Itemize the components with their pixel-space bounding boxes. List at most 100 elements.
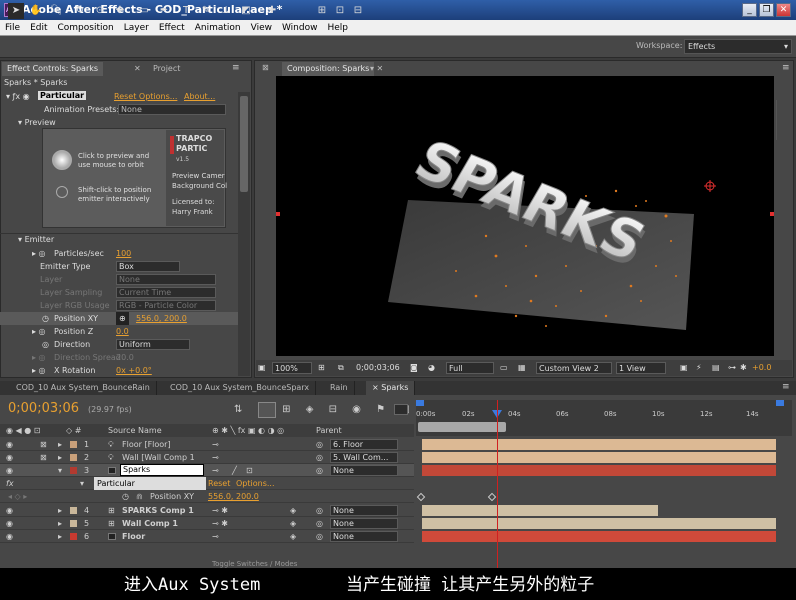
snapshot-icon[interactable]: ⧉ [338,362,344,374]
menu-composition[interactable]: Composition [53,20,119,36]
param-row[interactable]: ▸ ◎ Position Z 0.0 [0,325,238,338]
work-area-bar[interactable] [418,422,506,432]
layer-row[interactable]: ◉ ▸ 4 ⊞ SPARKS Comp 1 ⊸ ✱ ◈ ◎ None [0,504,414,517]
effect-row[interactable]: fx ▾ Particular Reset Options... [0,477,414,490]
lock-icon[interactable]: ⊠ [40,451,47,464]
layer-row-selected[interactable]: ◉ ▾ 3 Sparks ⊸ ╱ ⊡ ◎ None [0,464,414,477]
animation-presets-select[interactable]: None [118,104,226,115]
hand-tool-icon[interactable]: ✋ [28,3,44,19]
layer-name[interactable]: SPARKS Comp 1 [122,504,194,517]
parent-select[interactable]: 5. Wall Com... [330,452,398,463]
panel-menu-icon[interactable]: ≡ [232,63,240,73]
parent-icon[interactable]: ◎ [316,504,323,517]
view-layout-select[interactable]: 1 View [616,362,666,374]
timecode[interactable]: 0;00;03;06 [8,401,79,416]
grid-icon[interactable]: ⊞ [318,362,325,374]
quality-icon[interactable]: ╱ [232,464,237,477]
menu-effect[interactable]: Effect [154,20,190,36]
zoom-slider-end[interactable] [776,400,784,406]
parent-icon[interactable]: ◎ [316,517,323,530]
parent-icon[interactable]: ◎ [316,464,323,477]
emitter-section[interactable]: ▾ Emitter [18,235,54,244]
stopwatch-icon[interactable]: ◷ [122,490,129,503]
label-color[interactable] [70,454,77,461]
parent-select[interactable]: 6. Floor [330,439,398,450]
transparency-grid-icon[interactable]: ▦ [518,362,526,374]
tab-rain[interactable]: Rain [324,381,355,395]
playhead-line[interactable] [497,400,498,578]
scrollbar-thumb[interactable] [240,96,248,192]
shy-icon[interactable]: ⊸ [212,530,219,543]
expand-triangle-icon[interactable]: ▾ ƒx ◉ [6,92,30,101]
expand-triangle-icon[interactable]: ▸ [58,504,62,517]
layer-bar-wall-comp-1[interactable] [422,518,776,529]
menu-file[interactable]: File [0,20,25,36]
effect-name[interactable]: Particular [94,477,206,490]
brush-tool-icon[interactable]: ✎ [198,3,214,19]
expand-triangle-icon[interactable]: ▸ [58,451,62,464]
3d-layer-icon[interactable]: ◈ [290,504,296,517]
direction-select[interactable]: Uniform [116,339,190,350]
layer-name-edit[interactable]: Sparks [120,464,204,476]
current-time[interactable]: 0;00;03;06 [356,362,400,374]
close-button[interactable]: ✕ [776,3,791,17]
stopwatch-icon[interactable]: ◷ [42,312,49,325]
toggle-pixel-icon[interactable]: ▣ [680,362,688,374]
layer-name[interactable]: Floor [122,530,145,543]
col-parent[interactable]: Parent [316,426,342,435]
lock-icon[interactable]: ⊠ [40,438,47,451]
zoom-slider-start[interactable] [416,400,424,406]
view-axis-icon[interactable]: ⊟ [350,3,366,19]
layer-name[interactable]: Floor [Floor] [122,438,171,451]
resolution-select[interactable]: Full [446,362,494,374]
param-row-selected[interactable]: ◷ Position XY ⊕ 556.0, 200.0 [0,312,238,325]
layer-name[interactable]: Wall Comp 1 [122,517,178,530]
workspace-select[interactable]: Effects ▾ [684,39,792,54]
visibility-icon[interactable]: ◉ [6,504,13,517]
shy-icon[interactable]: ⊸ [212,438,219,451]
about-link[interactable]: About... [184,92,215,101]
layer-bar-sparks-comp[interactable] [422,505,658,516]
param-row[interactable]: ▸ ◎ X Rotation 0x +0.0° [0,364,238,377]
keyframe-nav-icon[interactable]: ◂ ◇ ▸ [8,490,27,503]
always-preview-icon[interactable]: ▣ [258,362,266,374]
menu-animation[interactable]: Animation [190,20,246,36]
tab-bouncesparx[interactable]: COD_10 Aux System_BounceSparx [164,381,317,395]
orbit-camera-icon[interactable]: ⊙ [92,3,108,19]
layer-row[interactable]: ◉ ⊠ ▸ 1 💡︎ Floor [Floor] ⊸ ◎ 6. Floor [0,438,414,451]
param-value[interactable]: 100 [116,247,131,260]
param-value[interactable]: 0.0 [116,325,129,338]
3d-view-select[interactable]: Custom View 2 [536,362,612,374]
expand-triangle-icon[interactable]: ▸ [58,517,62,530]
type-tool-icon[interactable]: T [178,3,194,19]
layer-row[interactable]: ◉ ▸ 5 ⊞ Wall Comp 1 ⊸ ✱ ◈ ◎ None [0,517,414,530]
puppet-tool-icon[interactable]: ✚ [264,3,280,19]
tab-bouncerain[interactable]: COD_10 Aux System_BounceRain [10,381,157,395]
parent-icon[interactable]: ◎ [316,451,323,464]
comp-mini-flowchart-icon[interactable] [258,402,276,418]
axis-mode-icon[interactable]: ⊞ [314,3,330,19]
eraser-tool-icon[interactable]: ◩ [238,3,254,19]
menu-view[interactable]: View [246,20,277,36]
panel-menu-icon[interactable]: ≡ [782,63,790,73]
rectangle-tool-icon[interactable]: ▭ [136,3,152,19]
property-value[interactable]: 556.0, 200.0 [208,490,259,503]
rotation-tool-icon[interactable]: ↻ [72,3,88,19]
visibility-icon[interactable]: ◉ [6,438,13,451]
tab-composition[interactable]: Composition: Sparks [282,62,375,76]
parent-select[interactable]: None [330,531,398,542]
timeline-icon[interactable]: ▤ [712,362,720,374]
minimize-button[interactable]: _ [742,3,757,17]
visibility-icon[interactable]: ◉ [6,517,13,530]
tab-effect-controls[interactable]: Effect Controls: Sparks [2,62,104,76]
label-color[interactable] [70,533,77,540]
param-value[interactable]: 556.0, 200.0 [136,312,187,325]
chevron-down-icon[interactable]: ▾ ✕ [370,64,383,73]
layer-bar-wall-comp[interactable] [422,452,776,463]
visibility-icon[interactable]: ◉ [6,464,13,477]
property-row[interactable]: ◂ ◇ ▸ ◷ ⋒ Position XY 556.0, 200.0 [0,490,414,503]
exposure-value[interactable]: +0.0 [752,362,771,374]
col-source-name[interactable]: Source Name [108,426,162,435]
layer-bar-floor[interactable] [422,531,776,542]
maximize-button[interactable]: ❐ [759,3,774,17]
